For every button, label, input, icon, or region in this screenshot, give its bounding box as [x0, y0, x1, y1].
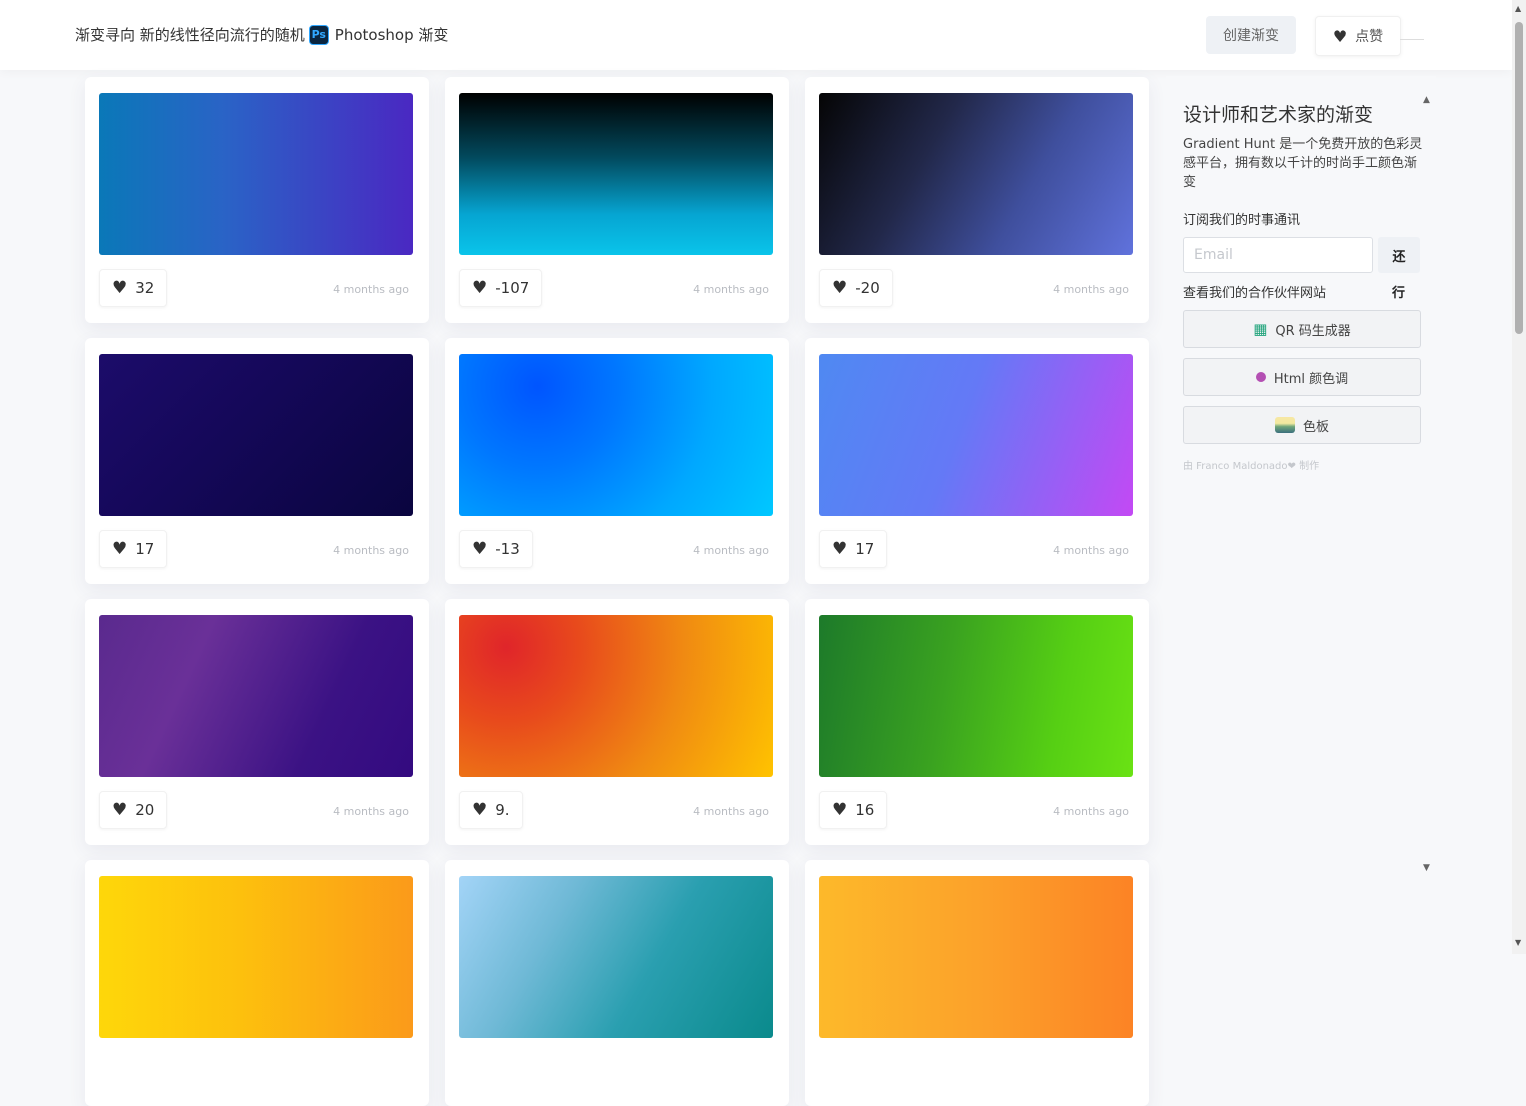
- gradient-card[interactable]: [85, 860, 429, 1106]
- gradient-swatch[interactable]: [819, 876, 1133, 1038]
- photoshop-icon: Ps: [308, 24, 329, 45]
- timestamp: 4 months ago: [1053, 283, 1129, 296]
- heart-icon: ♥: [832, 799, 848, 820]
- gradient-swatch[interactable]: [459, 93, 773, 255]
- gradient-swatch[interactable]: [459, 876, 773, 1038]
- partner-label: Html 颜色调: [1273, 371, 1349, 387]
- like-count: 32: [135, 279, 155, 297]
- scroll-down-arrow-icon[interactable]: ▼: [1515, 938, 1521, 947]
- like-count: 9.: [495, 801, 510, 819]
- heart-icon: ♥: [112, 799, 128, 820]
- timestamp: 4 months ago: [333, 544, 409, 557]
- like-count-button[interactable]: ♥ -20: [819, 269, 893, 307]
- partner-label: QR 码生成器: [1275, 323, 1351, 339]
- timestamp: 4 months ago: [693, 283, 769, 296]
- like-count-button[interactable]: ♥ 32: [99, 269, 168, 307]
- divider: [1400, 39, 1424, 40]
- heart-icon: ♥: [472, 799, 488, 820]
- qr-code-icon: ▦: [1253, 319, 1268, 338]
- heart-icon: ♥: [472, 277, 488, 298]
- like-label: 点赞: [1355, 29, 1384, 45]
- gradient-swatch[interactable]: [819, 615, 1133, 777]
- credit-text: 由 Franco Maldonado❤ 制作: [1183, 461, 1320, 472]
- gradient-card[interactable]: ♥ 16 4 months ago: [805, 599, 1149, 845]
- heart-icon: ♥: [1332, 26, 1348, 46]
- create-gradient-button[interactable]: 创建渐变: [1206, 16, 1296, 54]
- subscribe-button[interactable]: 还: [1378, 237, 1420, 273]
- timestamp: 4 months ago: [693, 544, 769, 557]
- like-button[interactable]: ♥ 点赞: [1315, 16, 1401, 56]
- heart-icon: ♥: [472, 538, 488, 559]
- timestamp: 4 months ago: [1053, 805, 1129, 818]
- like-count: 17: [855, 540, 875, 558]
- gradient-card[interactable]: ♥ 32 4 months ago: [85, 77, 429, 323]
- sidebar-description: Gradient Hunt 是一个免费开放的色彩灵感平台，拥有数以千计的时尚手工…: [1183, 137, 1423, 190]
- palette-button[interactable]: 色板: [1183, 406, 1421, 444]
- sidebar-title: 设计师和艺术家的渐变: [1183, 104, 1374, 126]
- like-count-button[interactable]: ♥ 17: [819, 530, 888, 568]
- like-count: 20: [135, 801, 155, 819]
- like-count-button[interactable]: ♥ 20: [99, 791, 168, 829]
- sidebar: [1166, 76, 1436, 954]
- like-count-button[interactable]: ♥ 16: [819, 791, 888, 829]
- top-navbar: 渐变寻向 新的线性径向流行的随机 Ps Photoshop 渐变 创建渐变 ♥ …: [0, 0, 1512, 70]
- qr-generator-button[interactable]: ▦ QR 码生成器: [1183, 310, 1421, 348]
- sidebar-scroll-up-icon[interactable]: ▲: [1423, 95, 1430, 105]
- title-suffix: Photoshop 渐变: [334, 26, 449, 44]
- gradient-card[interactable]: ♥ 17 4 months ago: [805, 338, 1149, 584]
- partner-label: 色板: [1302, 419, 1329, 435]
- gradient-card[interactable]: ♥ -20 4 months ago: [805, 77, 1149, 323]
- subscribe-button-label[interactable]: 行: [1392, 282, 1405, 301]
- gradient-swatch[interactable]: [459, 354, 773, 516]
- gradient-card[interactable]: [445, 860, 789, 1106]
- heart-icon: ♥: [112, 538, 128, 559]
- site-title[interactable]: 渐变寻向 新的线性径向流行的随机 Ps Photoshop 渐变: [75, 24, 448, 45]
- timestamp: 4 months ago: [1053, 544, 1129, 557]
- gradient-card[interactable]: ♥ -13 4 months ago: [445, 338, 789, 584]
- sidebar-scroll-down-icon[interactable]: ▼: [1423, 863, 1430, 873]
- gradient-card[interactable]: ♥ 17 4 months ago: [85, 338, 429, 584]
- like-count: -20: [855, 279, 880, 297]
- like-count-button[interactable]: ♥ -107: [459, 269, 543, 307]
- timestamp: 4 months ago: [333, 805, 409, 818]
- gradient-swatch[interactable]: [819, 354, 1133, 516]
- like-count: -13: [495, 540, 520, 558]
- color-dot-icon: [1255, 372, 1266, 382]
- gradient-card[interactable]: [805, 860, 1149, 1106]
- partners-label: 查看我们的合作伙伴网站: [1183, 286, 1327, 301]
- like-count: 16: [855, 801, 875, 819]
- heart-icon: ♥: [832, 277, 848, 298]
- gradient-swatch[interactable]: [459, 615, 773, 777]
- heart-icon: ♥: [832, 538, 848, 559]
- gradient-card[interactable]: ♥ -107 4 months ago: [445, 77, 789, 323]
- page-scrollbar[interactable]: ▲ ▼: [1512, 0, 1526, 954]
- like-count-button[interactable]: ♥ 9.: [459, 791, 523, 829]
- like-count-button[interactable]: ♥ 17: [99, 530, 168, 568]
- like-count: 17: [135, 540, 155, 558]
- scroll-up-arrow-icon[interactable]: ▲: [1515, 4, 1521, 13]
- like-count-button[interactable]: ♥ -13: [459, 530, 533, 568]
- timestamp: 4 months ago: [693, 805, 769, 818]
- html-colors-button[interactable]: Html 颜色调: [1183, 358, 1421, 396]
- gradient-swatch[interactable]: [99, 93, 413, 255]
- gradient-swatch[interactable]: [99, 876, 413, 1038]
- email-field[interactable]: [1183, 237, 1373, 273]
- gradient-swatch[interactable]: [819, 93, 1133, 255]
- heart-icon: ♥: [112, 277, 128, 298]
- gradient-card[interactable]: ♥ 9. 4 months ago: [445, 599, 789, 845]
- timestamp: 4 months ago: [333, 283, 409, 296]
- like-count: -107: [495, 279, 530, 297]
- gradient-swatch[interactable]: [99, 354, 413, 516]
- newsletter-label: 订阅我们的时事通讯: [1183, 213, 1301, 228]
- scrollbar-thumb[interactable]: [1515, 22, 1523, 334]
- gradient-card[interactable]: ♥ 20 4 months ago: [85, 599, 429, 845]
- title-text: 渐变寻向 新的线性径向流行的随机: [75, 26, 305, 44]
- gradient-swatch[interactable]: [99, 615, 413, 777]
- palette-icon: [1274, 417, 1295, 433]
